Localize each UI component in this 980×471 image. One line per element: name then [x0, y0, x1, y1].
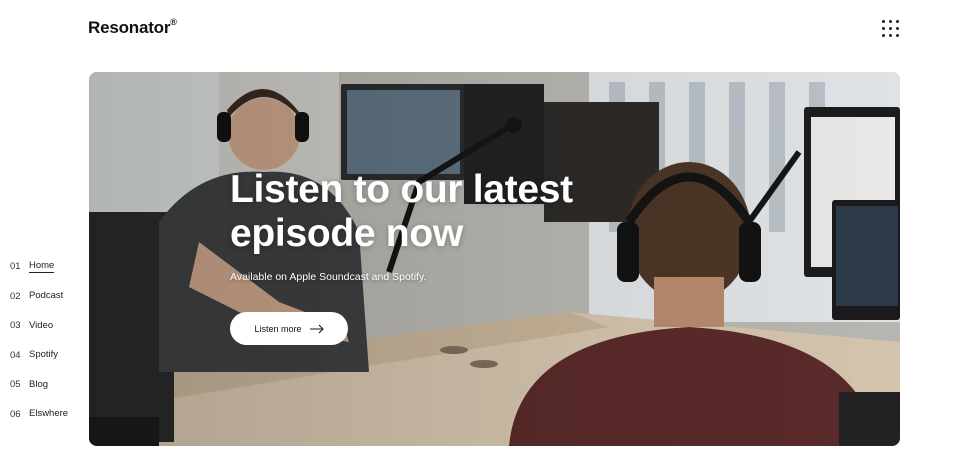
nav-item-number: 04	[10, 349, 21, 361]
arrow-right-icon	[309, 324, 324, 333]
hero-overlay	[89, 72, 900, 446]
hero-title: Listen to our latest episode now	[230, 168, 610, 256]
hero-subtitle: Available on Apple Soundcast and Spotify…	[230, 271, 427, 283]
nav-item-number: 05	[10, 379, 21, 391]
nav-item-home[interactable]: 01 Home	[10, 252, 68, 282]
nav-item-number: 02	[10, 290, 21, 302]
nav-item-number: 03	[10, 320, 21, 332]
grid-dots-icon[interactable]	[882, 20, 901, 39]
hero-banner: Listen to our latest episode now Availab…	[89, 72, 900, 446]
listen-more-button[interactable]: Listen more	[230, 312, 348, 345]
hero-title-line-1: Listen to our latest	[230, 168, 573, 211]
nav-item-elswhere[interactable]: 06 Elswhere	[10, 400, 68, 430]
brand-logo[interactable]: Resonator®	[88, 17, 177, 38]
nav-item-video[interactable]: 03 Video	[10, 311, 68, 341]
nav-item-label: Home	[29, 260, 55, 274]
nav-item-label: Blog	[29, 378, 49, 390]
brand-name: Resonator	[88, 18, 171, 37]
nav-item-blog[interactable]: 05 Blog	[10, 370, 68, 400]
listen-more-label: Listen more	[254, 323, 302, 334]
side-nav: 01 Home 02 Podcast 03 Video 04 Spotify 0…	[10, 252, 68, 429]
nav-item-label: Elswhere	[29, 408, 69, 420]
nav-item-label: Spotify	[29, 349, 59, 361]
nav-item-label: Video	[29, 319, 54, 331]
nav-item-label: Podcast	[29, 290, 64, 302]
nav-item-number: 06	[10, 408, 21, 420]
page: Resonator® 01 Home 02 Podcast 03 Video 0…	[0, 0, 980, 471]
hero-title-line-2: episode now	[230, 212, 463, 255]
nav-item-spotify[interactable]: 04 Spotify	[10, 341, 68, 371]
registered-mark: ®	[170, 17, 177, 27]
nav-item-number: 01	[10, 261, 21, 273]
nav-item-podcast[interactable]: 02 Podcast	[10, 282, 68, 312]
